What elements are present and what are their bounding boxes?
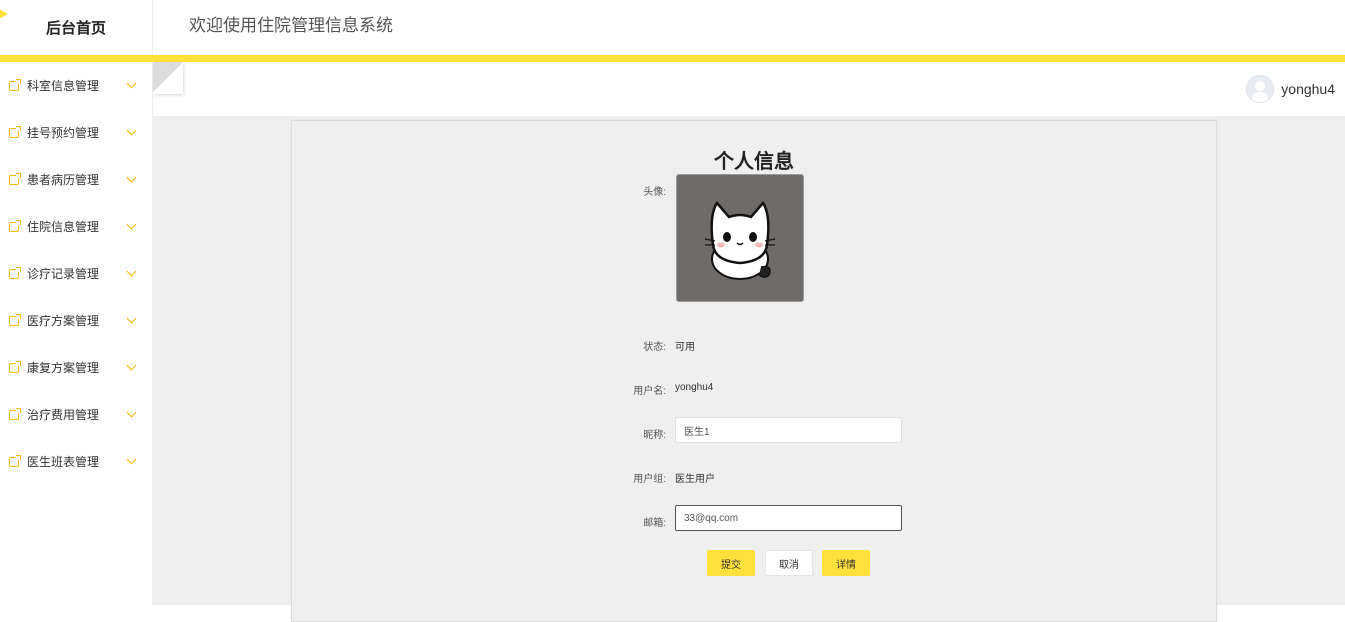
external-link-icon — [9, 266, 21, 279]
user-avatar-icon — [1246, 75, 1275, 103]
chevron-down-icon — [126, 266, 137, 276]
chevron-down-icon — [126, 360, 137, 370]
details-button[interactable]: 详情 — [822, 550, 870, 576]
external-link-icon — [9, 454, 21, 467]
user-group-label: 用户组: — [633, 474, 666, 485]
sidebar-item-inpatient[interactable]: 住院信息管理 — [0, 203, 152, 250]
external-link-icon — [9, 78, 21, 91]
external-link-icon — [9, 219, 21, 232]
sidebar-item-medical-record[interactable]: 患者病历管理 — [0, 156, 152, 203]
chevron-down-icon — [126, 407, 137, 417]
avatar-label: 头像: — [643, 187, 666, 198]
profile-avatar-image[interactable] — [676, 174, 804, 302]
sidebar-item-medical-plan[interactable]: 医疗方案管理 — [0, 297, 152, 344]
external-link-icon — [9, 407, 21, 420]
sidebar-item-label: 挂号预约管理 — [27, 126, 100, 140]
chevron-down-icon — [126, 78, 137, 88]
sidebar-item-treatment-cost[interactable]: 治疗费用管理 — [0, 391, 152, 438]
sidebar-item-label: 医疗方案管理 — [27, 314, 100, 328]
status-label: 状态: — [643, 342, 666, 353]
sidebar-item-registration[interactable]: 挂号预约管理 — [0, 109, 152, 156]
chevron-down-icon — [126, 219, 137, 229]
sidebar-item-doctor-schedule[interactable]: 医生班表管理 — [0, 438, 152, 485]
chevron-down-icon — [126, 172, 137, 182]
sidebar-item-label: 治疗费用管理 — [27, 408, 100, 422]
status-value: 可用 — [675, 342, 695, 353]
home-link[interactable]: 后台首页 — [0, 0, 153, 55]
external-link-icon — [9, 360, 21, 373]
external-link-icon — [9, 172, 21, 185]
sub-header: yonghu4 — [153, 62, 1345, 116]
username-value: yonghu4 — [675, 382, 714, 393]
profile-card: 个人信息 头像: 状态: 可用 用户名: yonghu4 昵称: 用户组: 医生… — [291, 120, 1217, 622]
sidebar-item-label: 诊疗记录管理 — [27, 267, 100, 281]
main-area: yonghu4 个人信息 头像: 状态: 可用 用户名: yonghu4 昵称: — [153, 62, 1345, 622]
sidebar-item-label: 康复方案管理 — [27, 361, 100, 375]
system-title: 欢迎使用住院管理信息系统 — [189, 16, 393, 35]
sidebar-item-label: 患者病历管理 — [27, 173, 100, 187]
username-display: yonghu4 — [1281, 81, 1335, 97]
header-accent-bar — [0, 55, 1345, 62]
sidebar-item-label: 医生班表管理 — [27, 455, 100, 469]
page-title: 个人信息 — [714, 151, 794, 173]
nickname-label: 昵称: — [643, 430, 666, 441]
sidebar: 科室信息管理 挂号预约管理 患者病历管理 住院信息管理 诊疗记录管理 医疗方案管… — [0, 62, 153, 605]
sidebar-item-label: 科室信息管理 — [27, 79, 100, 93]
user-group-value: 医生用户 — [675, 474, 715, 485]
sidebar-item-treatment-record[interactable]: 诊疗记录管理 — [0, 250, 152, 297]
chevron-down-icon — [126, 125, 137, 135]
sidebar-item-department[interactable]: 科室信息管理 — [0, 62, 152, 109]
cat-avatar-icon — [704, 200, 776, 280]
top-header: 后台首页 欢迎使用住院管理信息系统 — [0, 0, 1345, 55]
user-menu[interactable]: yonghu4 — [1246, 74, 1335, 104]
external-link-icon — [9, 125, 21, 138]
external-link-icon — [9, 313, 21, 326]
email-field[interactable] — [675, 505, 902, 531]
submit-button[interactable]: 提交 — [707, 550, 755, 576]
sidebar-item-rehab-plan[interactable]: 康复方案管理 — [0, 344, 152, 391]
cancel-button[interactable]: 取消 — [765, 550, 813, 576]
sidebar-toggle-icon[interactable] — [153, 62, 183, 94]
chevron-down-icon — [126, 313, 137, 323]
username-label: 用户名: — [633, 386, 666, 397]
sidebar-item-label: 住院信息管理 — [27, 220, 100, 234]
chevron-down-icon — [126, 454, 137, 464]
email-label: 邮箱: — [643, 518, 666, 529]
nickname-field[interactable] — [675, 417, 902, 443]
